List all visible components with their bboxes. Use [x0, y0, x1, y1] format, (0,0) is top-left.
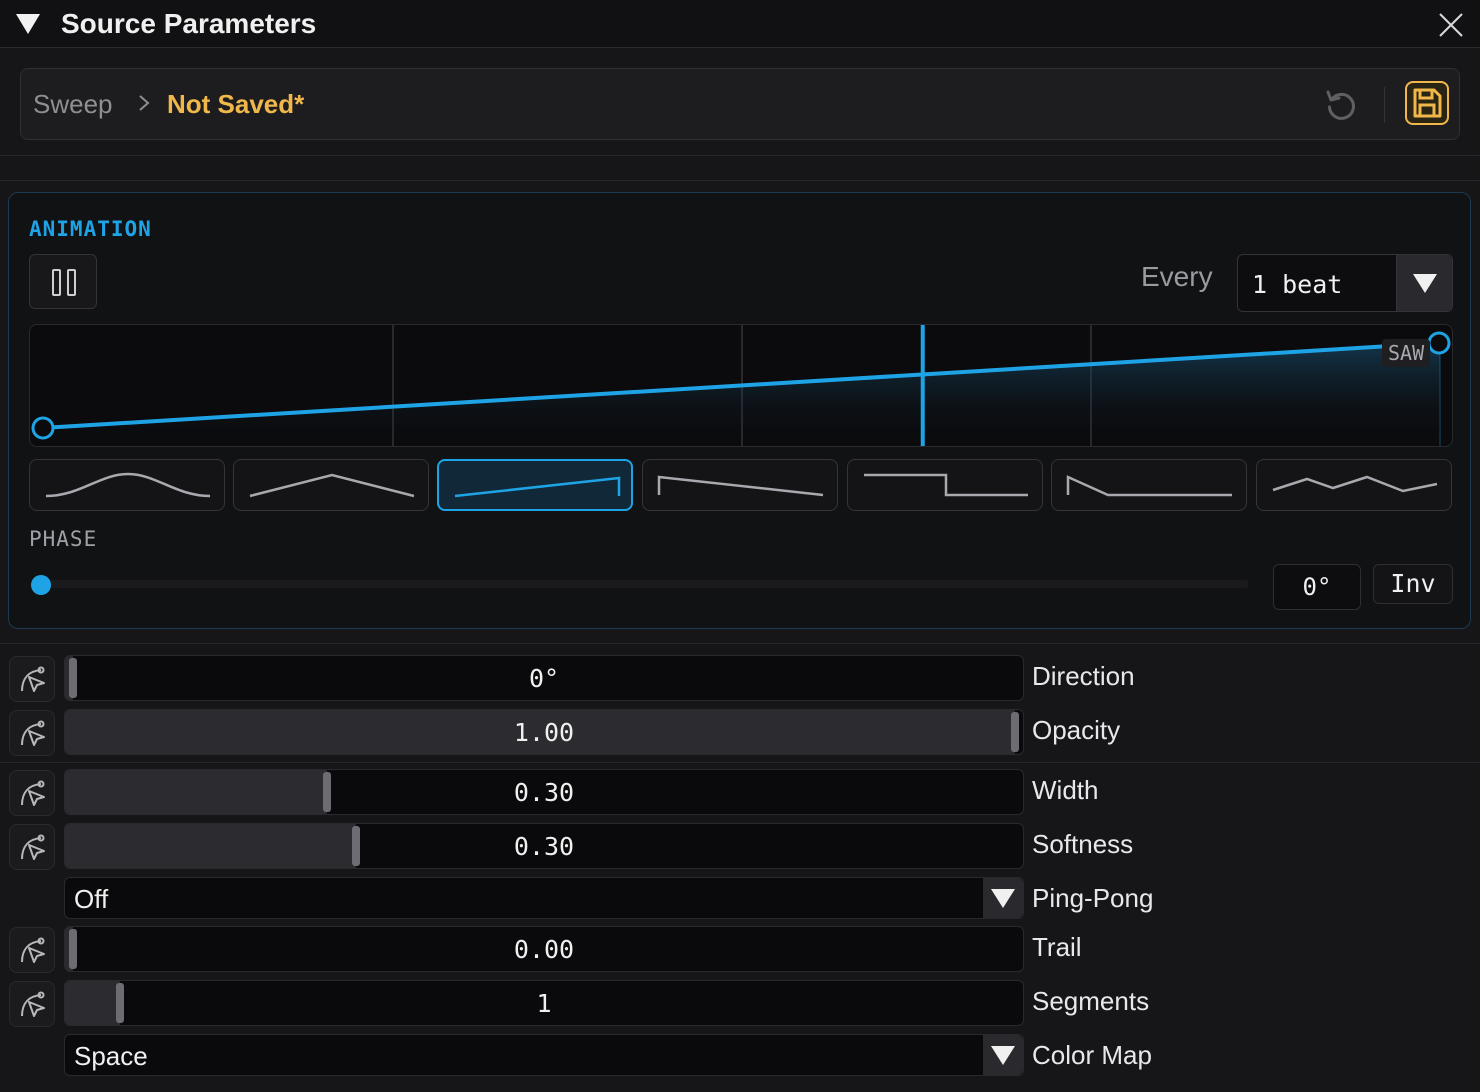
save-button[interactable] [1405, 81, 1449, 125]
pause-button[interactable] [29, 254, 97, 309]
softness-slider[interactable]: 0.30 [64, 823, 1024, 869]
width-value: 0.30 [513, 778, 575, 807]
revert-icon [1326, 90, 1355, 120]
modulate-icon [21, 666, 45, 692]
modulate-icon [21, 937, 45, 963]
shape-square-button[interactable] [847, 459, 1043, 511]
every-value: 1 beat [1252, 270, 1343, 299]
opacity-slider[interactable]: 1.00 [64, 709, 1024, 755]
triangle-down-icon [991, 889, 1015, 908]
phase-value-field[interactable]: 0° [1273, 564, 1361, 610]
softness-label: Softness [1032, 829, 1134, 859]
colormap-dropdown[interactable]: Space [64, 1034, 1024, 1076]
ramp-down-wave-icon [657, 475, 824, 497]
decay-wave-icon [1066, 475, 1232, 497]
shape-sine-button[interactable] [29, 459, 225, 511]
opacity-value: 1.00 [513, 718, 575, 747]
save-icon [1413, 88, 1442, 118]
breadcrumb-current: Not Saved* [167, 89, 305, 119]
trail-slider[interactable]: 0.00 [64, 926, 1024, 972]
phase-slider[interactable] [39, 580, 1249, 588]
trail-value: 0.00 [513, 935, 575, 964]
panel-title: Source Parameters [61, 8, 317, 39]
square-wave-icon [864, 473, 1028, 497]
sine-wave-icon [45, 472, 211, 498]
animation-panel: ANIMATION Every 1 beat SAW PHASE 0° Inv [8, 192, 1471, 629]
waveform-shape-tag: SAW [1382, 339, 1431, 367]
pingpong-value: Off [74, 884, 109, 914]
shape-ramp-down-button[interactable] [642, 459, 838, 511]
pause-icon [52, 269, 61, 296]
start-point-handle [31, 416, 55, 440]
modulate-button-direction[interactable] [9, 656, 55, 702]
dropdown-arrow-button[interactable] [1396, 255, 1452, 311]
width-label: Width [1032, 775, 1099, 805]
dropdown-arrow-button[interactable] [983, 1035, 1023, 1075]
triangle-down-icon [1413, 274, 1437, 293]
close-icon [1439, 13, 1463, 37]
shape-triangle-button[interactable] [233, 459, 429, 511]
divider [0, 180, 1480, 181]
width-slider[interactable]: 0.30 [64, 769, 1024, 815]
divider [0, 762, 1480, 763]
direction-label: Direction [1032, 661, 1135, 691]
phase-slider-handle[interactable] [31, 575, 51, 595]
segments-slider[interactable]: 1 [64, 980, 1024, 1026]
every-label: Every [1141, 261, 1213, 292]
dropdown-arrow-button[interactable] [983, 878, 1023, 918]
direction-slider[interactable]: 0° [64, 655, 1024, 701]
modulate-button-segments[interactable] [9, 981, 55, 1027]
shape-random-button[interactable] [1256, 459, 1452, 511]
softness-value: 0.30 [513, 832, 575, 861]
close-button[interactable] [1436, 10, 1466, 40]
title-bar: Source Parameters [0, 0, 1480, 48]
preset-bar: Sweep Not Saved* [20, 68, 1460, 140]
every-dropdown[interactable]: 1 beat [1237, 254, 1453, 312]
divider [0, 643, 1480, 644]
random-wave-icon [1272, 475, 1438, 493]
saw-wave-icon [454, 476, 621, 498]
segments-value: 1 [536, 989, 552, 1018]
animation-heading: ANIMATION [29, 217, 152, 241]
modulate-button-softness[interactable] [9, 824, 55, 870]
segments-label: Segments [1032, 986, 1150, 1016]
colormap-label: Color Map [1032, 1040, 1152, 1070]
modulate-icon [21, 780, 45, 806]
direction-value: 0° [528, 664, 560, 693]
breadcrumb-root[interactable]: Sweep [33, 89, 113, 120]
waveform-preview[interactable]: SAW [29, 324, 1453, 447]
toolbar-divider [1384, 87, 1385, 123]
pause-icon [67, 269, 76, 296]
modulate-icon [21, 991, 45, 1017]
chevron-right-icon [139, 95, 150, 111]
triangle-wave-icon [249, 473, 415, 498]
shape-saw-button[interactable] [437, 459, 633, 511]
modulate-button-opacity[interactable] [9, 710, 55, 756]
trail-label: Trail [1032, 932, 1082, 962]
pingpong-label: Ping-Pong [1032, 883, 1154, 913]
pingpong-dropdown[interactable]: Off [64, 877, 1024, 919]
collapse-triangle-icon[interactable] [16, 14, 40, 34]
triangle-down-icon [991, 1046, 1015, 1065]
shape-decay-button[interactable] [1051, 459, 1247, 511]
modulate-button-trail[interactable] [9, 927, 55, 973]
revert-button[interactable] [1321, 85, 1361, 125]
divider [0, 155, 1480, 156]
phase-label: PHASE [29, 527, 98, 551]
invert-button[interactable]: Inv [1373, 564, 1453, 604]
end-point-handle [1427, 331, 1451, 355]
colormap-value: Space [74, 1041, 148, 1071]
modulate-button-width[interactable] [9, 770, 55, 816]
modulate-icon [21, 720, 45, 746]
modulate-icon [21, 834, 45, 860]
waveform-graph [31, 325, 1451, 446]
opacity-label: Opacity [1032, 715, 1121, 745]
